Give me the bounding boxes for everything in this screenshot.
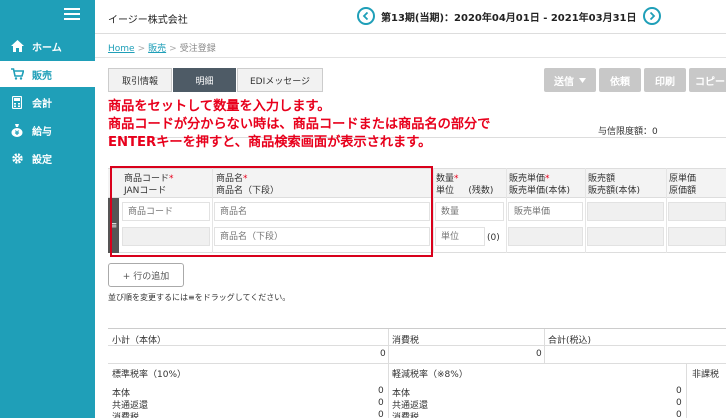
- sale-price-input[interactable]: [508, 202, 583, 221]
- divider: [544, 329, 545, 363]
- sidebar-item-label: 販売: [32, 70, 52, 82]
- tab-transaction-info[interactable]: 取引情報: [108, 68, 172, 92]
- gear-icon: [10, 151, 24, 165]
- sidebar: ホーム 販売 会計 ¥ 給与 設定: [0, 0, 95, 418]
- request-button[interactable]: 依頼: [599, 68, 641, 92]
- remaining-qty: (0): [487, 233, 500, 243]
- sale-amount-body-input[interactable]: [587, 227, 664, 246]
- breadcrumb-current: 受注登録: [179, 44, 216, 54]
- top-header: イージー株式会社 第13期(当期)：2020年04月01日 - 2021年03月…: [95, 0, 726, 34]
- divider: [388, 329, 389, 363]
- money-bag-icon: ¥: [10, 123, 24, 137]
- divider: [686, 363, 687, 418]
- sale-price-body-input[interactable]: [508, 227, 583, 246]
- breadcrumb-separator: >: [169, 44, 177, 54]
- prev-period-button[interactable]: [357, 7, 375, 25]
- body-std-value: 0: [378, 386, 384, 396]
- instruction-annotation: 商品をセットして数量を入力します。 商品コードが分からない時は、商品コードまたは…: [108, 98, 490, 152]
- chevron-right-icon: [649, 12, 655, 20]
- annotation-line: 商品コードが分からない時は、商品コードまたは商品名の部分で: [108, 117, 491, 132]
- divider: [108, 363, 726, 364]
- divider: [95, 57, 726, 58]
- sidebar-item-label: 給与: [32, 126, 52, 138]
- ctax-label: 消費税: [112, 413, 140, 418]
- chevron-left-icon: [362, 12, 369, 20]
- fiscal-period: 第13期(当期)：2020年04月01日 - 2021年03月31日: [381, 12, 637, 24]
- drag-instruction: 並び順を変更するには≡をドラッグしてください。: [108, 293, 291, 302]
- breadcrumb-home-link[interactable]: Home: [108, 44, 135, 54]
- sidebar-item-sales[interactable]: 販売: [0, 61, 95, 87]
- sidebar-item-label: 設定: [32, 154, 52, 166]
- sidebar-item-settings[interactable]: 設定: [0, 145, 95, 171]
- sidebar-item-home[interactable]: ホーム: [0, 33, 95, 59]
- subtotal-value: 0: [380, 349, 386, 359]
- exempt-label: 非課税: [692, 370, 720, 380]
- header-sale-price: 販売単価* 販売単価(本体): [509, 174, 571, 196]
- divider: [388, 363, 389, 418]
- highlight-box: [110, 166, 433, 257]
- return-red-value: 0: [676, 398, 682, 408]
- column-divider: [666, 168, 667, 253]
- tax-value: 0: [536, 349, 542, 359]
- return-std-value: 0: [378, 398, 384, 408]
- annotation-line: ENTERキーを押すと、商品検索画面が表示されます。: [108, 135, 432, 150]
- cost-amount-input[interactable]: [668, 227, 726, 246]
- standard-rate-label: 標準税率（10%）: [112, 370, 187, 380]
- breadcrumb-sales-link[interactable]: 販売: [148, 44, 166, 54]
- header-cost: 原単価 原価額: [669, 174, 697, 196]
- svg-text:¥: ¥: [15, 129, 20, 137]
- sale-amount-input[interactable]: [587, 202, 664, 221]
- sidebar-item-payroll[interactable]: ¥ 給与: [0, 117, 95, 143]
- breadcrumb-separator: >: [137, 44, 146, 54]
- unit-input[interactable]: [435, 227, 485, 246]
- copy-button[interactable]: コピー: [689, 68, 726, 92]
- column-divider: [506, 168, 507, 253]
- cost-price-input[interactable]: [668, 202, 726, 221]
- add-row-button[interactable]: + 行の追加: [108, 263, 184, 287]
- ctax-red-value: 0: [676, 410, 682, 418]
- calculator-icon: [10, 95, 24, 109]
- send-button-label: 送信: [554, 76, 574, 88]
- tab-edi-message[interactable]: EDIメッセージ: [237, 68, 323, 92]
- column-divider: [433, 168, 434, 253]
- cart-icon: [10, 67, 24, 81]
- summary-panel: 小計（本体） 消費税 合計(税込) 0 0 標準税率（10%） 軽減税率（※8%…: [108, 328, 726, 418]
- period-selector: 第13期(当期)：2020年04月01日 - 2021年03月31日: [357, 7, 661, 25]
- quantity-input[interactable]: [435, 202, 504, 221]
- sidebar-item-label: 会計: [32, 98, 52, 110]
- divider: [108, 345, 726, 346]
- column-divider: [585, 168, 586, 253]
- annotation-line: 商品をセットして数量を入力します。: [108, 99, 331, 114]
- next-period-button[interactable]: [642, 7, 661, 25]
- ctax-label-reduced: 消費税: [392, 413, 420, 418]
- sidebar-item-accounting[interactable]: 会計: [0, 89, 95, 115]
- hamburger-menu-icon[interactable]: [64, 8, 80, 20]
- reduced-rate-label: 軽減税率（※8%）: [392, 370, 468, 380]
- sidebar-item-label: ホーム: [32, 42, 62, 54]
- body-red-value: 0: [676, 386, 682, 396]
- company-name: イージー株式会社: [108, 15, 188, 26]
- breadcrumb: Home > 販売 > 受注登録: [108, 41, 216, 54]
- send-button[interactable]: 送信: [544, 68, 596, 92]
- print-button[interactable]: 印刷: [644, 68, 686, 92]
- caret-down-icon: [579, 77, 586, 83]
- credit-limit: 与信限度額：0: [598, 127, 658, 137]
- tab-detail[interactable]: 明細: [173, 68, 236, 92]
- header-quantity: 数量* 単位 (残数): [436, 174, 494, 196]
- ctax-std-value: 0: [378, 410, 384, 418]
- header-sale-amount: 販売額 販売額(本体): [588, 174, 641, 196]
- home-icon: [10, 39, 24, 53]
